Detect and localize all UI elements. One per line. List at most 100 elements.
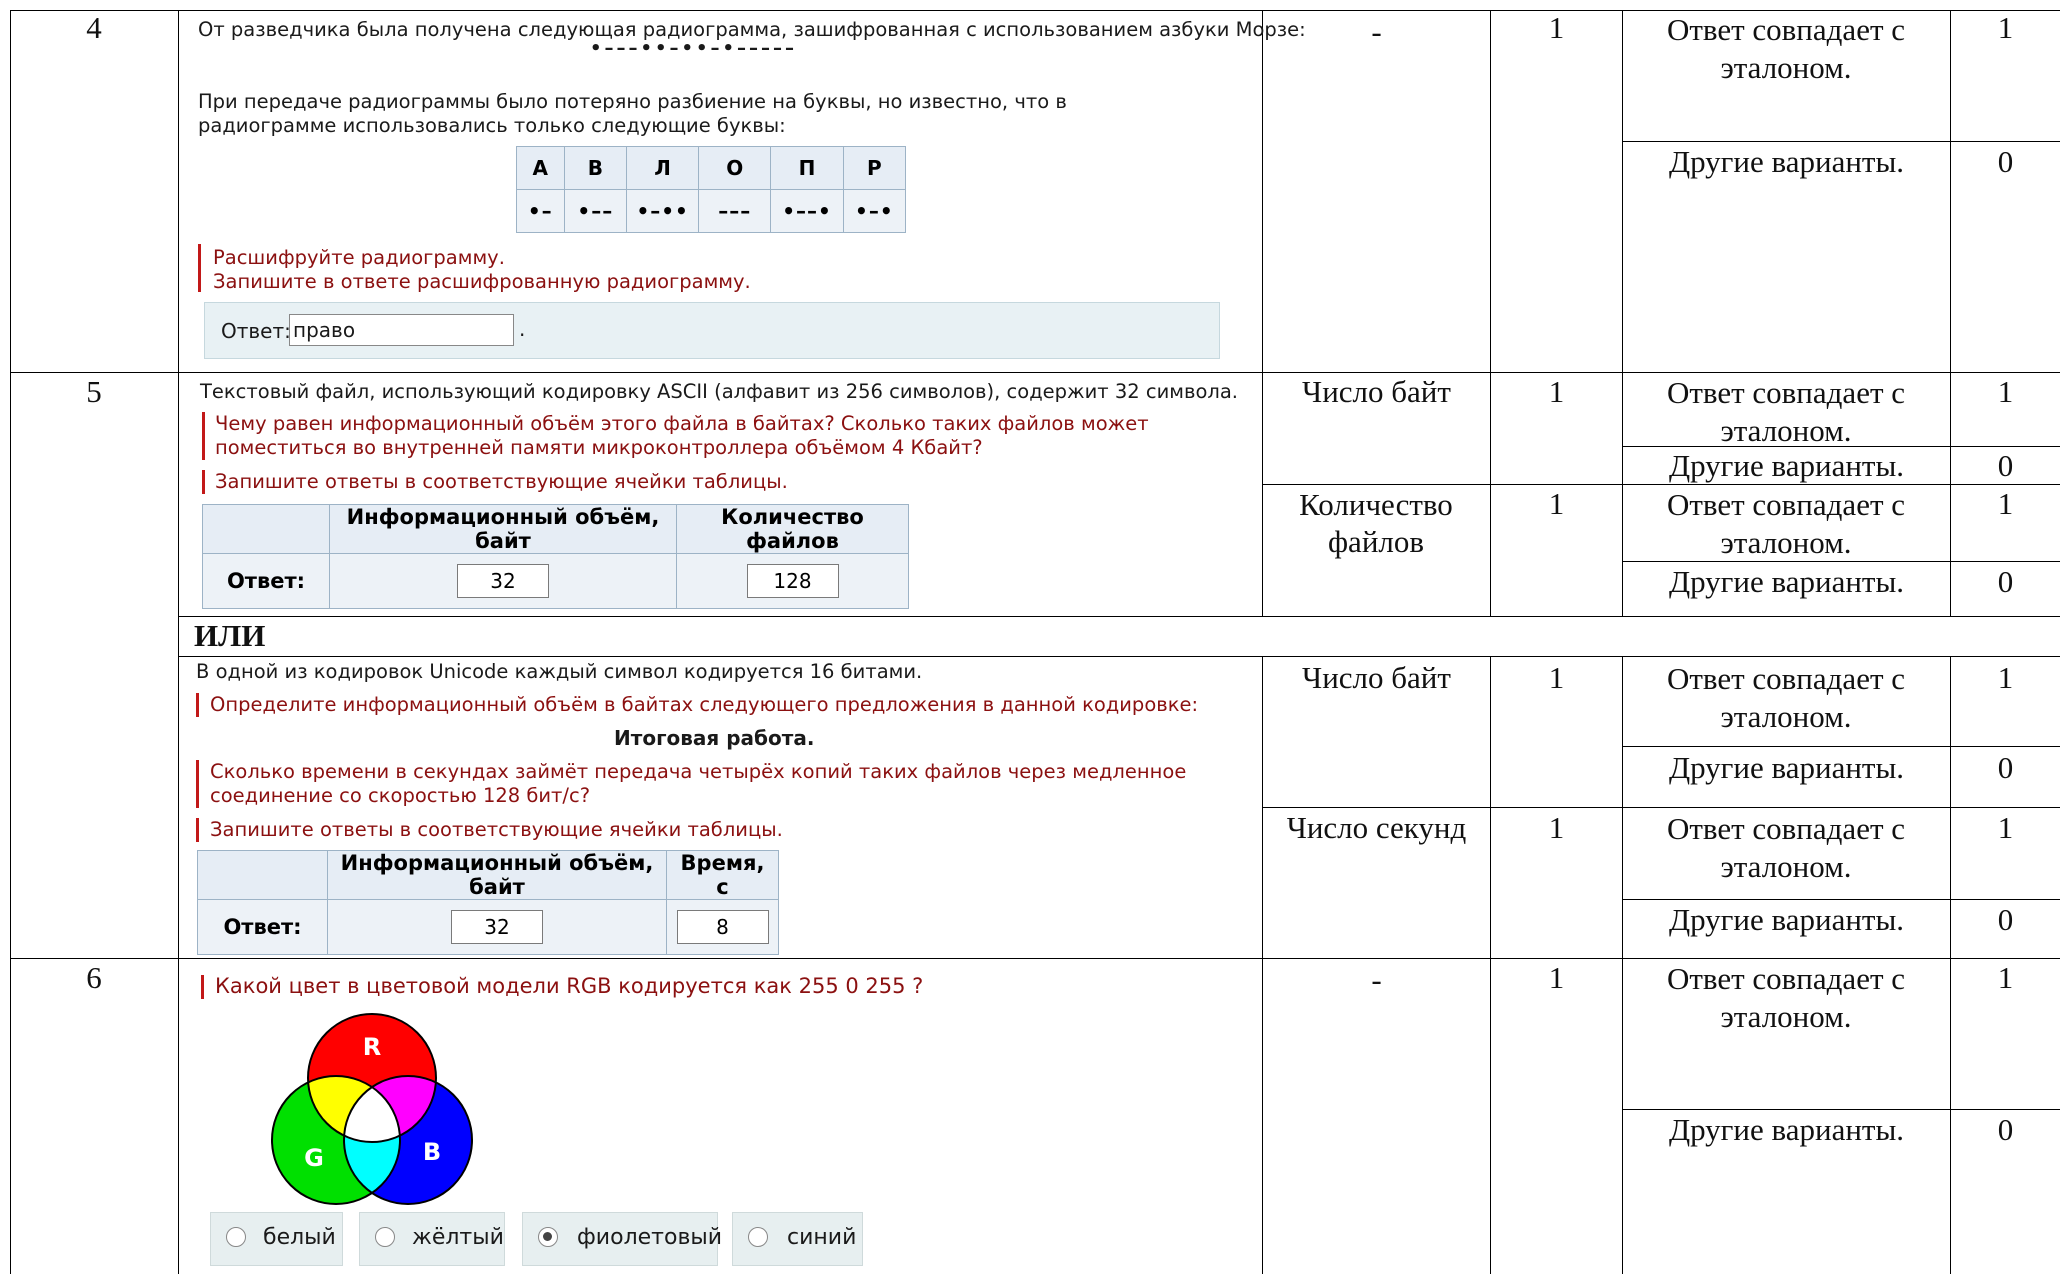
table-corner — [202, 504, 330, 554]
grid-line — [1622, 141, 2060, 142]
score-other: 0 — [1997, 564, 2014, 599]
score-match: 1 — [1997, 486, 2014, 521]
answer-label: Ответ: — [197, 899, 328, 955]
radio-button[interactable] — [375, 1227, 395, 1247]
grid-line — [1262, 10, 1263, 616]
score-other: 0 — [1997, 750, 2014, 785]
points-cell: 1 — [1548, 660, 1565, 695]
grid-line — [178, 10, 179, 1274]
morse-code-cell: •– — [516, 189, 565, 233]
question-text: Текстовый файл, использующий кодировку A… — [200, 380, 1238, 403]
morse-code-cell: •–•• — [626, 189, 700, 233]
morse-code-cell: •––• — [770, 189, 844, 233]
venn-label-b: B — [423, 1138, 441, 1166]
option-white[interactable]: белый — [210, 1212, 343, 1266]
points-cell: 1 — [1548, 10, 1565, 45]
task-instruction: Запишите в ответе расшифрованную радиогр… — [213, 270, 751, 293]
element-cell: - — [1371, 14, 1382, 49]
grid-line — [1262, 484, 2060, 485]
score-match: 1 — [1997, 960, 2014, 995]
question-number: 5 — [86, 374, 102, 409]
score-other: 0 — [1997, 144, 2014, 179]
element-cell: Число байт — [1302, 660, 1451, 695]
task-question: Определите информационный объём в байтах… — [210, 693, 1199, 716]
morse-code: •–––••–••–•––––– — [590, 38, 798, 59]
morse-code-cell: •–– — [563, 189, 628, 233]
criterion-match: Ответ совпадает с эталоном. — [1666, 375, 1906, 448]
criterion-match: Ответ совпадает с эталоном. — [1666, 12, 1906, 85]
criterion-match: Ответ совпадает с эталоном. — [1666, 961, 1906, 1034]
grid-line — [1622, 10, 1623, 616]
option-blue[interactable]: синий — [732, 1212, 863, 1266]
option-purple[interactable]: фиолетовый — [522, 1212, 722, 1266]
answer-panel: Ответ: право . — [204, 302, 1220, 359]
answer-input[interactable]: право — [289, 314, 514, 346]
task-marker — [201, 975, 204, 999]
task-instruction: Запишите ответы в соответствующие ячейки… — [210, 818, 783, 841]
morse-letter: Р — [842, 146, 907, 190]
element-cell: - — [1371, 962, 1382, 997]
venn-label-g: G — [304, 1144, 324, 1172]
criterion-match: Ответ совпадает с эталоном. — [1666, 487, 1906, 560]
morse-letter: П — [770, 146, 844, 190]
question-note: При передаче радиограммы было потеряно р… — [198, 90, 1067, 137]
task-marker — [196, 818, 199, 842]
grid-line — [178, 656, 2060, 657]
task-question: Сколько времени в секундах займёт переда… — [210, 760, 1187, 807]
morse-code-cell: •–• — [842, 189, 907, 233]
answer-cell: 128 — [676, 553, 909, 609]
element-cell: Число байт — [1302, 374, 1451, 409]
radio-button[interactable] — [748, 1227, 768, 1247]
answer-cell: 32 — [327, 899, 667, 955]
column-header: Информационный объём, байт — [327, 850, 667, 900]
question-number: 6 — [86, 960, 102, 995]
venn-label-r: R — [363, 1033, 381, 1061]
score-match: 1 — [1997, 374, 2014, 409]
grid-line — [10, 10, 11, 1274]
option-label: жёлтый — [412, 1225, 504, 1250]
question-text: В одной из кодировок Unicode каждый симв… — [196, 660, 923, 683]
morse-code-cell: ––– — [698, 189, 772, 233]
column-header: Информационный объём, байт — [329, 504, 677, 554]
criterion-other: Другие варианты. — [1668, 902, 1905, 937]
answer-cell: 32 — [329, 553, 677, 609]
task-question: Какой цвет в цветовой модели RGB кодируе… — [215, 974, 924, 998]
points-cell: 1 — [1548, 486, 1565, 521]
radio-button-selected[interactable] — [538, 1227, 558, 1247]
grid-line — [1622, 1109, 2060, 1110]
grid-line — [1950, 10, 1951, 616]
answer-table: Информационный объём, байт Время, с Отве… — [197, 850, 779, 955]
answer-input[interactable]: 8 — [676, 910, 769, 944]
morse-letter: О — [698, 146, 772, 190]
answer-input[interactable]: 128 — [746, 564, 839, 598]
option-yellow[interactable]: жёлтый — [359, 1212, 505, 1266]
option-label: белый — [263, 1225, 336, 1250]
morse-letter: В — [563, 146, 628, 190]
sentence: Итоговая работа. — [614, 726, 815, 750]
answer-cell: 8 — [666, 899, 779, 955]
task-marker — [202, 470, 205, 494]
task-marker — [198, 244, 201, 292]
grid-line — [1262, 807, 2060, 808]
answer-label: Ответ: — [221, 319, 291, 343]
grid-line — [1622, 899, 2060, 900]
element-cell: Число секунд — [1286, 810, 1467, 845]
points-cell: 1 — [1548, 960, 1565, 995]
grid-line — [1622, 656, 1623, 1274]
answer-input[interactable]: 32 — [451, 910, 543, 944]
criterion-other: Другие варианты. — [1668, 750, 1905, 785]
grid-line — [1622, 746, 2060, 747]
element-cell: Количество файлов — [1299, 487, 1453, 559]
table-corner — [197, 850, 328, 900]
or-label: ИЛИ — [194, 618, 266, 653]
radio-button[interactable] — [226, 1227, 246, 1247]
points-cell: 1 — [1548, 810, 1565, 845]
task-marker — [202, 412, 205, 460]
score-other: 0 — [1997, 902, 2014, 937]
morse-letter: А — [516, 146, 565, 190]
score-match: 1 — [1997, 660, 2014, 695]
answer-input[interactable]: 32 — [457, 564, 549, 598]
criterion-match: Ответ совпадает с эталоном. — [1666, 661, 1906, 734]
morse-letter: Л — [626, 146, 700, 190]
points-cell: 1 — [1548, 374, 1565, 409]
